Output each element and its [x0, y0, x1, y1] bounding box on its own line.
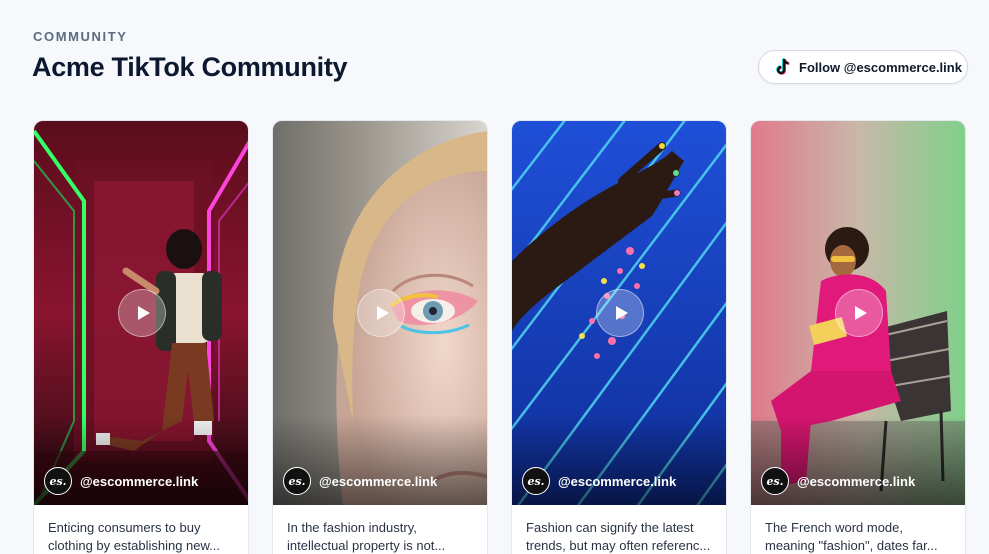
caption-line: The French word mode,: [765, 520, 904, 535]
play-icon: [854, 306, 867, 320]
video-thumbnail[interactable]: es. @escommerce.link: [273, 121, 487, 505]
video-card[interactable]: es. @escommerce.link Fashion can signify…: [511, 120, 727, 554]
author-handle: @escommerce.link: [80, 473, 199, 489]
video-grid: es. @escommerce.link Enticing consumers …: [33, 120, 966, 554]
caption-line: meaning "fashion", dates far...: [765, 538, 938, 553]
card-caption: The French word mode, meaning "fashion",…: [751, 505, 965, 554]
caption-line: clothing by establishing new...: [48, 538, 220, 553]
avatar: es.: [283, 467, 311, 495]
card-author[interactable]: es. @escommerce.link: [283, 467, 437, 495]
video-card[interactable]: es. @escommerce.link In the fashion indu…: [272, 120, 488, 554]
author-handle: @escommerce.link: [797, 473, 916, 489]
play-icon: [615, 306, 628, 320]
avatar: es.: [522, 467, 550, 495]
video-thumbnail[interactable]: es. @escommerce.link: [751, 121, 965, 505]
play-button[interactable]: [357, 289, 405, 337]
avatar: es.: [761, 467, 789, 495]
card-author[interactable]: es. @escommerce.link: [761, 467, 915, 495]
section-eyebrow: COMMUNITY: [33, 29, 128, 44]
play-button[interactable]: [118, 289, 166, 337]
play-button[interactable]: [835, 289, 883, 337]
video-thumbnail[interactable]: es. @escommerce.link: [512, 121, 726, 505]
page-title: Acme TikTok Community: [32, 52, 348, 82]
card-caption: Fashion can signify the latest trends, b…: [512, 505, 726, 554]
caption-line: intellectual property is not...: [287, 538, 446, 553]
card-author[interactable]: es. @escommerce.link: [522, 467, 676, 495]
video-card[interactable]: es. @escommerce.link Enticing consumers …: [33, 120, 249, 554]
card-caption: Enticing consumers to buy clothing by es…: [34, 505, 248, 554]
author-handle: @escommerce.link: [319, 473, 438, 489]
caption-line: Fashion can signify the latest: [526, 520, 694, 535]
avatar: es.: [44, 467, 72, 495]
author-handle: @escommerce.link: [558, 473, 677, 489]
caption-line: Enticing consumers to buy: [48, 520, 201, 535]
play-button[interactable]: [596, 289, 644, 337]
follow-button[interactable]: Follow @escommerce.link: [758, 50, 968, 84]
card-author[interactable]: es. @escommerce.link: [44, 467, 198, 495]
card-caption: In the fashion industry, intellectual pr…: [273, 505, 487, 554]
tiktok-icon: [775, 58, 791, 76]
video-card[interactable]: es. @escommerce.link The French word mod…: [750, 120, 966, 554]
video-thumbnail[interactable]: es. @escommerce.link: [34, 121, 248, 505]
follow-button-label: Follow @escommerce.link: [799, 59, 962, 75]
play-icon: [376, 306, 389, 320]
caption-line: In the fashion industry,: [287, 520, 417, 535]
caption-line: trends, but may often referenc...: [526, 538, 711, 553]
play-icon: [137, 306, 150, 320]
